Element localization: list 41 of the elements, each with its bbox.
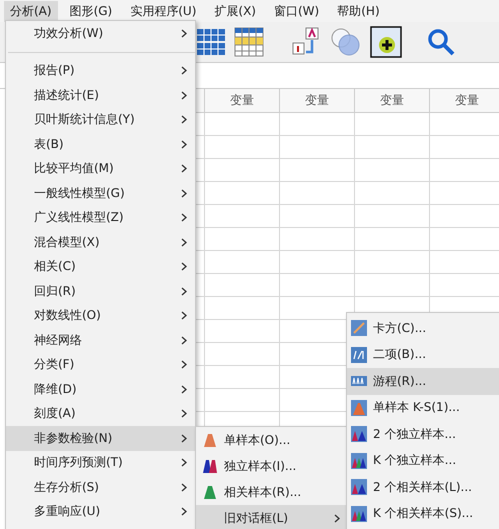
- menu-item[interactable]: 多重响应(U): [6, 500, 195, 524]
- menu-item[interactable]: 生存分析(S): [6, 475, 195, 500]
- menu-item[interactable]: 实用程序(U): [124, 0, 202, 22]
- menu-item[interactable]: 时间序列预测(T): [6, 450, 195, 475]
- menu-item[interactable]: 旧对话框(L): [196, 505, 348, 529]
- column-header: 变量: [280, 89, 355, 113]
- menu-item[interactable]: 2 个相关样本(L)...: [347, 474, 499, 500]
- menu-item[interactable]: 扩展(X): [208, 0, 262, 22]
- menu-item[interactable]: 窗口(W): [268, 0, 326, 22]
- menu-item[interactable]: 非参数检验(N): [6, 426, 195, 450]
- menu-item[interactable]: 表(B): [6, 132, 195, 156]
- menu-item[interactable]: 降维(D): [6, 377, 195, 402]
- menu-item[interactable]: K 个独立样本...: [347, 448, 499, 474]
- menu-item[interactable]: 回归(R): [6, 279, 195, 304]
- menu-item[interactable]: 报告(P): [6, 58, 195, 83]
- menu-item[interactable]: 广义线性模型(Z): [6, 206, 195, 230]
- menu-item[interactable]: 比较平均值(M): [6, 156, 195, 181]
- column-header: 变量: [205, 89, 280, 113]
- menu-item[interactable]: 卡方(C)...: [347, 315, 499, 342]
- menu-item[interactable]: 游程(R)...: [347, 368, 499, 394]
- menu-item[interactable]: 描述统计(E): [6, 83, 195, 108]
- menu-item[interactable]: 刻度(A): [6, 402, 195, 426]
- column-header: 变量: [430, 89, 499, 113]
- menu-item[interactable]: 相关样本(R)...: [196, 479, 348, 505]
- menu-item[interactable]: 图形(G): [64, 0, 118, 22]
- menu-item[interactable]: 相关(C): [6, 254, 195, 279]
- menu-item[interactable]: 贝叶斯统计信息(Y): [6, 108, 195, 132]
- menu-item[interactable]: 2 个独立样本...: [347, 421, 499, 448]
- column-header: 变量: [355, 89, 430, 113]
- menu-item[interactable]: 混合模型(X): [6, 230, 195, 254]
- menu-item[interactable]: 一般线性模型(G): [6, 181, 195, 206]
- menu-item[interactable]: 二项(B)...: [347, 342, 499, 368]
- menu-item[interactable]: 分类(F): [6, 352, 195, 377]
- menu-item[interactable]: 帮助(H): [331, 0, 386, 22]
- menu-item[interactable]: 神经网络: [6, 328, 195, 352]
- menu-item[interactable]: 独立样本(I)...: [196, 453, 348, 479]
- menu-item[interactable]: 对数线性(O): [6, 304, 195, 328]
- menu-item[interactable]: 单样本 K-S(1)...: [347, 394, 499, 421]
- menu-item[interactable]: 分析(A): [4, 0, 58, 22]
- menu-item[interactable]: K 个相关样本(S)...: [347, 500, 499, 527]
- menu-item[interactable]: 单样本(O)...: [196, 427, 348, 453]
